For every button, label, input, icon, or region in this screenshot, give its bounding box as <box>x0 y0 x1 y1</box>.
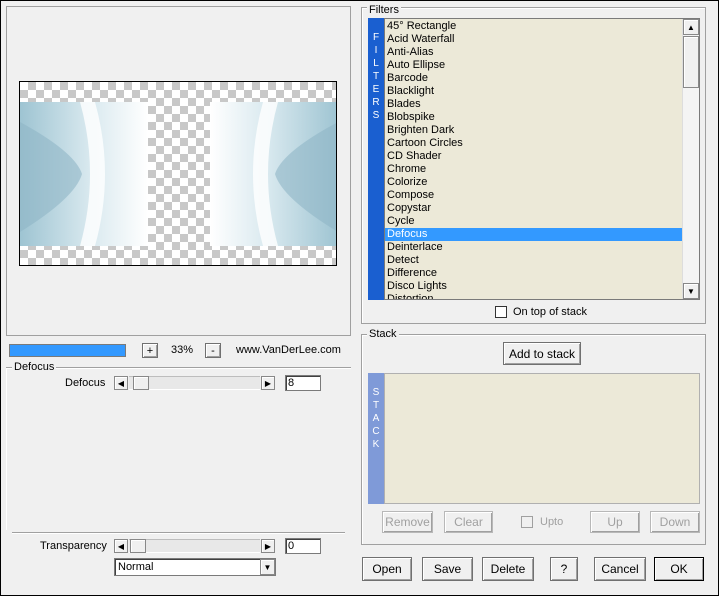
open-button[interactable]: Open <box>362 557 412 581</box>
transparency-slider-thumb[interactable] <box>130 539 146 553</box>
stack-list[interactable] <box>384 373 700 504</box>
side-label-letter: K <box>372 439 380 450</box>
filter-list-item[interactable]: Defocus <box>385 228 683 241</box>
down-button[interactable]: Down <box>650 511 700 533</box>
preview-image[interactable] <box>19 81 337 266</box>
on-top-checkbox[interactable] <box>495 306 507 318</box>
side-label-letter: R <box>372 97 380 108</box>
stack-side-label: STACK <box>368 373 384 451</box>
blend-mode-value: Normal <box>118 561 154 573</box>
stack-group-title: Stack <box>367 328 399 340</box>
filter-list-item[interactable]: Blobspike <box>385 111 683 124</box>
filter-list-item[interactable]: Deinterlace <box>385 241 683 254</box>
upto-label: Upto <box>540 516 564 528</box>
side-label-letter: I <box>374 45 378 56</box>
filter-list-item[interactable]: 45° Rectangle <box>385 20 683 33</box>
zoom-in-button[interactable]: + <box>142 343 158 358</box>
credit-link[interactable]: www.VanDerLee.com <box>236 344 341 356</box>
remove-button[interactable]: Remove <box>382 511 433 533</box>
progress-fill <box>10 345 125 356</box>
transparency-label: Transparency <box>40 540 107 552</box>
filter-list-item[interactable]: Chrome <box>385 163 683 176</box>
filter-list-item[interactable]: Blacklight <box>385 85 683 98</box>
filter-list-item[interactable]: Auto Ellipse <box>385 59 683 72</box>
defocus-group-title: Defocus <box>12 361 57 373</box>
side-label-letter: F <box>372 32 380 43</box>
filter-list-item[interactable]: Cartoon Circles <box>385 137 683 150</box>
filter-list-item[interactable]: Barcode <box>385 72 683 85</box>
filter-list-item[interactable]: Anti-Alias <box>385 46 683 59</box>
filters-list[interactable]: 45° Rectangle Acid Waterfall Anti-Alias Aut… <box>384 18 700 300</box>
side-label-letter: T <box>372 71 380 82</box>
filter-list-item[interactable]: Distortion <box>385 293 683 299</box>
blend-mode-select[interactable]: Normal ▼ <box>114 558 276 576</box>
upto-checkbox[interactable] <box>521 516 533 528</box>
filters-side-bar: FILTERS <box>368 18 384 300</box>
filter-list-item[interactable]: Colorize <box>385 176 683 189</box>
side-label-letter: S <box>372 110 380 121</box>
transparency-slider-track[interactable] <box>129 539 260 553</box>
filter-list-item[interactable]: Blades <box>385 98 683 111</box>
defocus-param-label: Defocus <box>65 377 106 389</box>
filter-list-item[interactable]: CD Shader <box>385 150 683 163</box>
ok-button[interactable]: OK <box>654 557 704 581</box>
delete-button[interactable]: Delete <box>482 557 534 581</box>
zoom-level: 33% <box>171 344 194 356</box>
defocus-value-input[interactable]: 8 <box>285 375 321 391</box>
help-button[interactable]: ? <box>550 557 578 581</box>
preview-panel <box>6 6 351 336</box>
filter-list-item[interactable]: Copystar <box>385 202 683 215</box>
scroll-up-arrow-icon[interactable]: ▲ <box>683 19 699 35</box>
save-button[interactable]: Save <box>422 557 473 581</box>
side-label-letter: S <box>372 387 380 398</box>
on-top-label: On top of stack <box>513 306 587 318</box>
stack-side-bar: STACK <box>368 373 384 504</box>
chevron-down-icon[interactable]: ▼ <box>260 559 275 575</box>
clear-button[interactable]: Clear <box>444 511 493 533</box>
scrollbar-thumb[interactable] <box>683 36 699 88</box>
scroll-down-arrow-icon[interactable]: ▼ <box>683 283 699 299</box>
transparency-divider <box>12 532 345 534</box>
filters-side-label: FILTERS <box>368 18 384 122</box>
progress-bar <box>9 344 126 357</box>
side-label-letter: L <box>373 58 379 69</box>
transparency-increase-arrow[interactable]: ▶ <box>261 539 275 553</box>
side-label-letter: C <box>372 426 380 437</box>
defocus-decrease-arrow[interactable]: ◀ <box>114 376 128 390</box>
filter-list-item[interactable]: Acid Waterfall <box>385 33 683 46</box>
cancel-button[interactable]: Cancel <box>594 557 646 581</box>
zoom-out-button[interactable]: - <box>205 343 221 358</box>
filter-list-item[interactable]: Compose <box>385 189 683 202</box>
filters-scrollbar[interactable]: ▲ ▼ <box>682 19 699 299</box>
side-label-letter: T <box>372 400 380 411</box>
defocus-increase-arrow[interactable]: ▶ <box>261 376 275 390</box>
defocus-slider-thumb[interactable] <box>133 376 150 390</box>
add-to-stack-button[interactable]: Add to stack <box>503 342 581 365</box>
transparency-decrease-arrow[interactable]: ◀ <box>114 539 128 553</box>
side-label-letter: E <box>372 84 380 95</box>
filter-list-item[interactable]: Brighten Dark <box>385 124 683 137</box>
defocus-group <box>6 367 351 530</box>
filter-list-item[interactable]: Difference <box>385 267 683 280</box>
transparency-value-input[interactable]: 0 <box>285 538 321 554</box>
up-button[interactable]: Up <box>590 511 640 533</box>
side-label-letter: A <box>372 413 380 424</box>
filters-group-title: Filters <box>367 4 401 16</box>
filter-list-item[interactable]: Disco Lights <box>385 280 683 293</box>
filter-list-item[interactable]: Cycle <box>385 215 683 228</box>
filter-list-item[interactable]: Detect <box>385 254 683 267</box>
